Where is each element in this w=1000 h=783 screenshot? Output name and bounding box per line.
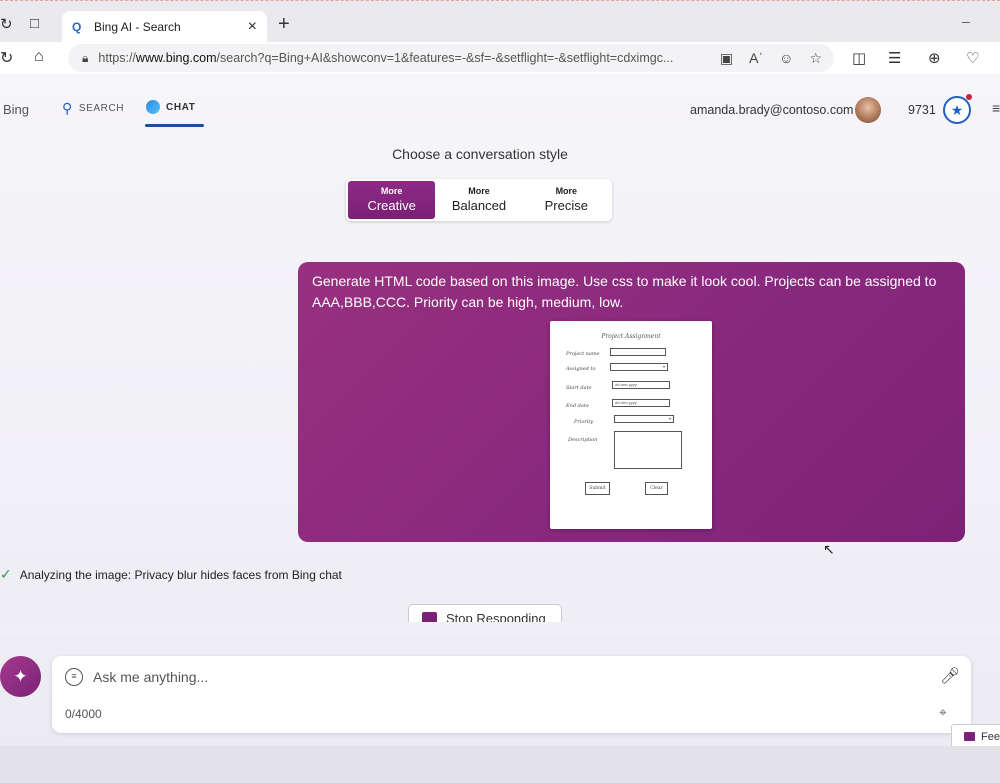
feedback-icon <box>964 732 975 741</box>
lock-icon[interactable]: 🔒︎ <box>82 51 88 66</box>
rewards-points[interactable]: 9731 <box>908 103 936 117</box>
minimize-icon[interactable]: – <box>962 13 970 29</box>
nav-chat[interactable]: CHAT <box>146 100 195 114</box>
conversation-style-heading: Choose a conversation style <box>392 146 568 162</box>
stop-responding-label: Stop Responding <box>446 611 546 623</box>
status-line: ✓ Analyzing the image: Privacy blur hide… <box>0 566 342 583</box>
sketch-textarea <box>614 431 682 469</box>
rewards-trophy-icon[interactable]: ★ <box>943 96 971 124</box>
pin-icon[interactable]: ⌖ <box>939 704 947 721</box>
stop-responding-button[interactable]: Stop Responding <box>408 604 562 622</box>
chat-icon <box>146 100 160 114</box>
new-tab-button[interactable]: + <box>278 13 290 36</box>
split-screen-icon[interactable]: ◫ <box>852 49 866 67</box>
bing-logo[interactable]: Bing <box>3 102 29 117</box>
microphone-icon[interactable]: 🎤︎ <box>940 666 960 686</box>
sketch-label: Assigned to <box>566 366 596 372</box>
refresh-icon[interactable]: ↻ <box>0 48 13 68</box>
nav-search-label: SEARCH <box>78 103 125 114</box>
tab-bing-ai[interactable]: Q Bing AI - Search × <box>62 11 267 43</box>
style-option-prefix: More <box>555 186 578 196</box>
style-option-prefix: More <box>380 186 403 196</box>
notification-dot <box>966 94 972 100</box>
sketch-dropdown-arrow-icon: ▾ <box>668 416 671 421</box>
favorites-icon[interactable]: ☰ <box>888 49 901 67</box>
style-option-prefix: More <box>468 186 490 196</box>
user-message-text: Generate HTML code based on this image. … <box>312 273 937 310</box>
attached-sketch-image[interactable]: Project Assignment Project name Assigned… <box>550 321 712 529</box>
sketch-dropdown-arrow-icon: ▾ <box>662 364 665 369</box>
sketch-start-date: dd-mm-yyyy <box>615 382 637 387</box>
character-counter: 0/4000 <box>65 707 102 721</box>
style-option-label: Balanced <box>451 198 507 213</box>
hamburger-menu-icon[interactable]: ≡ <box>992 100 1000 116</box>
home-icon[interactable]: ⌂ <box>34 48 44 66</box>
sketch-date-field: dd-mm-yyyy <box>612 381 670 389</box>
sketch-dropdown: ▾ <box>614 415 674 423</box>
sketch-title: Project Assignment <box>601 333 661 340</box>
style-option-balanced[interactable]: More Balanced <box>435 181 522 219</box>
sketch-end-date: dd-mm-yyyy <box>615 400 637 405</box>
bing-chat-page: Bing ⚲ SEARCH CHAT amanda.brady@contoso.… <box>0 74 1000 749</box>
sketch-submit-button: Submit <box>585 482 610 495</box>
checkmark-icon: ✓ <box>0 566 12 582</box>
sketch-label: Description <box>568 437 598 443</box>
chat-input-box[interactable]: ≡ Ask me anything... 🎤︎ 0/4000 ⌖ <box>52 656 971 733</box>
nav-search[interactable]: ⚲ SEARCH <box>62 100 124 117</box>
nav-chat-label: CHAT <box>166 101 196 113</box>
user-email[interactable]: amanda.brady@contoso.com <box>690 103 853 117</box>
conversation-style-picker: More Creative More Balanced More Precise <box>346 179 612 221</box>
sketch-date-field: dd-mm-yyyy <box>612 399 670 407</box>
url-text[interactable]: https://www.bing.com/search?q=Bing+AI&sh… <box>98 51 704 65</box>
chat-bubble-icon: ≡ <box>65 668 83 686</box>
sketch-clear-button: Clear <box>645 482 668 495</box>
close-icon[interactable]: × <box>248 18 257 36</box>
url-path: /search?q=Bing+AI&showconv=1&features=-&… <box>216 51 674 65</box>
style-option-precise[interactable]: More Precise <box>523 181 610 219</box>
favorite-star-icon[interactable]: ☆ <box>809 50 822 67</box>
read-aloud-icon[interactable]: Aʾ <box>749 50 763 66</box>
url-domain: www.bing.com <box>135 51 217 65</box>
search-icon: ⚲ <box>62 100 73 116</box>
style-option-label: Precise <box>544 198 588 213</box>
sketch-text-field <box>610 348 666 356</box>
search-icon: Q <box>72 20 82 34</box>
tab-title: Bing AI - Search <box>94 20 181 34</box>
style-option-creative[interactable]: More Creative <box>348 181 436 219</box>
sketch-label: Start date <box>566 385 592 391</box>
user-message: Generate HTML code based on this image. … <box>298 262 965 542</box>
bottom-bar <box>0 746 1000 783</box>
collections-icon[interactable]: ⊕ <box>928 49 941 67</box>
new-topic-broom-icon[interactable]: ✦ <box>0 656 41 697</box>
app-available-icon[interactable]: ▣ <box>720 50 733 67</box>
sketch-label: Project name <box>566 351 600 357</box>
feedback-label: Fee <box>981 730 1000 743</box>
tab-actions-icon[interactable]: □ <box>30 15 39 32</box>
sketch-dropdown: ▾ <box>610 363 668 371</box>
sketch-label: End date <box>566 403 589 409</box>
mouse-cursor-icon: ↖ <box>823 541 835 557</box>
status-text: Analyzing the image: Privacy blur hides … <box>19 567 342 582</box>
avatar[interactable] <box>855 97 881 123</box>
workspaces-icon[interactable]: ↻ <box>0 15 13 33</box>
stop-icon <box>422 612 437 622</box>
sketch-label: Priority <box>574 419 594 425</box>
fade-overlay <box>0 622 1000 636</box>
style-option-label: Creative <box>367 198 416 213</box>
address-bar[interactable]: 🔒︎ https://www.bing.com/search?q=Bing+AI… <box>68 44 834 72</box>
browser-essentials-icon[interactable]: ♡ <box>966 49 979 67</box>
browser-tab-strip: ↻ □ Q Bing AI - Search × + – <box>0 0 1000 43</box>
browser-toolbar: ↻ ⌂ 🔒︎ https://www.bing.com/search?q=Bin… <box>0 42 1000 74</box>
active-tab-indicator <box>145 124 204 127</box>
chat-input-placeholder[interactable]: Ask me anything... <box>93 669 208 685</box>
share-icon[interactable]: ☺ <box>779 50 793 66</box>
url-prefix: https:// <box>98 51 136 65</box>
